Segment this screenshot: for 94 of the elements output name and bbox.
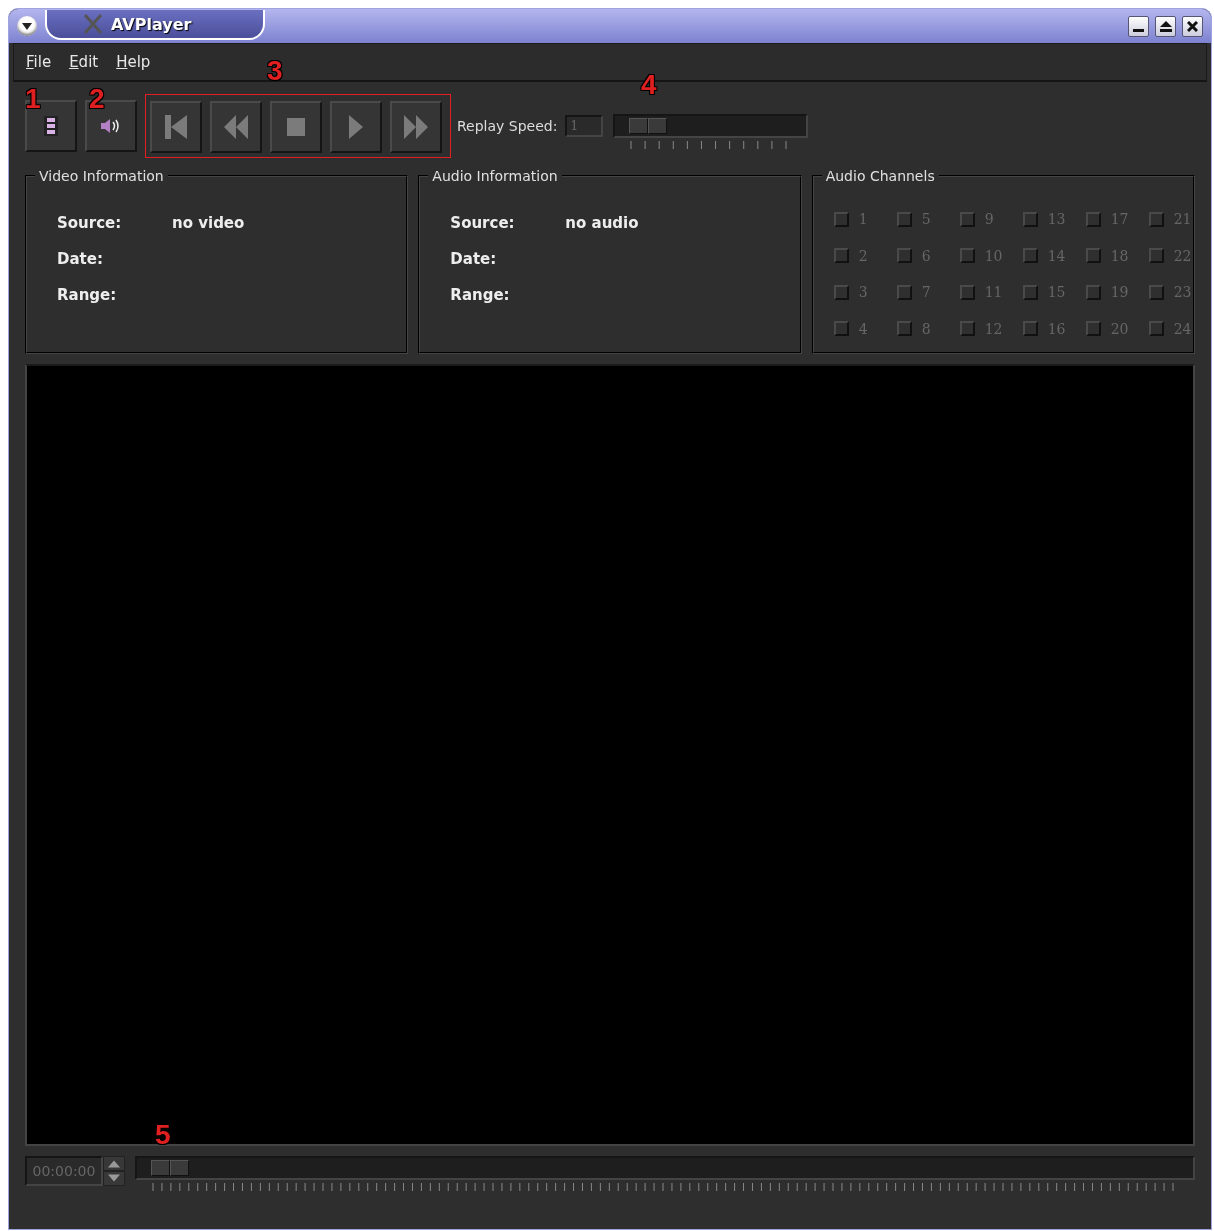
info-label: Range: <box>57 286 118 304</box>
info-label: Source: <box>450 214 516 232</box>
channel-checkbox[interactable] <box>959 284 975 300</box>
spin-up-icon[interactable] <box>103 1156 125 1171</box>
channel-label: 24 <box>1173 320 1193 337</box>
menu-item[interactable]: Edit <box>69 53 99 71</box>
info-label: Date: <box>57 250 104 268</box>
channel-checkbox[interactable] <box>1148 284 1164 300</box>
channel-checkbox[interactable] <box>896 321 912 336</box>
callout-number: 3 <box>267 57 283 85</box>
slider-thumb[interactable] <box>151 1160 189 1176</box>
window-menu-button[interactable] <box>17 16 37 36</box>
slider-thumb[interactable] <box>629 117 668 134</box>
channel-label: 5 <box>921 211 932 227</box>
group-title: Video Information <box>38 168 165 184</box>
eject-icon <box>1159 20 1172 32</box>
channel-label: 8 <box>921 320 932 337</box>
channel-label: 13 <box>1047 211 1067 227</box>
speaker-icon <box>100 116 122 136</box>
close-icon <box>1187 20 1198 32</box>
channel-checkbox[interactable] <box>959 248 975 263</box>
seek-slider[interactable] <box>135 1156 1195 1180</box>
channel-label: 16 <box>1047 320 1067 337</box>
channel-checkbox[interactable] <box>1148 211 1164 227</box>
channel-label: 9 <box>984 211 995 227</box>
x-logo-icon <box>83 14 103 34</box>
channel-label: 21 <box>1173 211 1193 227</box>
speed-slider[interactable] <box>613 113 809 138</box>
channel-label: 20 <box>1110 320 1130 337</box>
channel-label: 23 <box>1173 284 1193 300</box>
channel-checkbox[interactable] <box>833 284 849 300</box>
close-button[interactable] <box>1182 15 1203 37</box>
group-title: Audio Information <box>431 168 559 184</box>
channel-label: 3 <box>858 284 869 300</box>
replay-speed-label: Replay Speed: <box>457 118 558 134</box>
channel-label: 19 <box>1110 284 1130 300</box>
channel-checkbox[interactable] <box>833 211 849 227</box>
play-icon <box>349 115 363 139</box>
menu-item[interactable]: Help <box>116 53 151 71</box>
channel-checkbox[interactable] <box>1085 211 1101 227</box>
channel-label: 22 <box>1173 247 1193 264</box>
channel-label: 15 <box>1047 284 1067 300</box>
channel-checkbox[interactable] <box>1022 211 1038 227</box>
info-value: no video <box>172 214 246 232</box>
channel-checkbox[interactable] <box>896 211 912 227</box>
caret-icon <box>22 22 32 30</box>
channel-checkbox[interactable] <box>1148 321 1164 336</box>
group-title: Audio Channels <box>824 168 936 184</box>
skip-back-icon <box>165 115 187 139</box>
menu-item[interactable]: File <box>26 53 52 71</box>
transport-button[interactable] <box>390 101 442 153</box>
rewind-icon <box>224 115 248 139</box>
info-label: Source: <box>57 214 123 232</box>
channel-checkbox[interactable] <box>1085 321 1101 336</box>
channel-checkbox[interactable] <box>959 211 975 227</box>
channel-checkbox[interactable] <box>959 321 975 336</box>
channel-label: 14 <box>1047 247 1067 264</box>
channel-checkbox[interactable] <box>1085 284 1101 300</box>
maximize-button[interactable] <box>1155 15 1176 37</box>
callout-number: 4 <box>641 71 657 99</box>
info-label: Date: <box>450 250 498 268</box>
stop-icon <box>287 118 305 136</box>
channel-checkbox[interactable] <box>896 284 912 300</box>
fast-forward-icon <box>404 115 428 139</box>
channel-checkbox[interactable] <box>833 248 849 263</box>
info-value: no audio <box>565 214 640 232</box>
window-title: AVPlayer <box>111 14 192 34</box>
callout-number: 1 <box>25 85 41 113</box>
callout-number: 2 <box>89 85 105 113</box>
spin-down-icon[interactable] <box>103 1171 125 1186</box>
channel-label: 7 <box>921 284 932 300</box>
channel-checkbox[interactable] <box>1148 248 1164 263</box>
transport-button[interactable] <box>330 101 382 153</box>
minimize-icon <box>1133 28 1144 32</box>
channel-checkbox[interactable] <box>896 248 912 263</box>
transport-button[interactable] <box>270 101 322 153</box>
channel-label: 10 <box>984 247 1004 264</box>
channel-checkbox[interactable] <box>1085 248 1101 263</box>
channel-label: 2 <box>858 247 869 264</box>
transport-button[interactable] <box>210 101 262 153</box>
channel-label: 4 <box>858 320 869 337</box>
channel-checkbox[interactable] <box>1022 321 1038 336</box>
channel-checkbox[interactable] <box>1022 248 1038 263</box>
info-label: Range: <box>450 286 511 304</box>
transport-button[interactable] <box>150 101 202 153</box>
channel-label: 18 <box>1110 247 1130 264</box>
channel-label: 12 <box>984 320 1004 337</box>
channel-checkbox[interactable] <box>833 321 849 336</box>
minimize-button[interactable] <box>1128 15 1149 37</box>
film-icon <box>44 116 58 136</box>
callout-number: 5 <box>155 1121 171 1149</box>
channel-label: 6 <box>921 247 932 264</box>
channel-checkbox[interactable] <box>1022 284 1038 300</box>
channel-label: 17 <box>1110 211 1130 227</box>
